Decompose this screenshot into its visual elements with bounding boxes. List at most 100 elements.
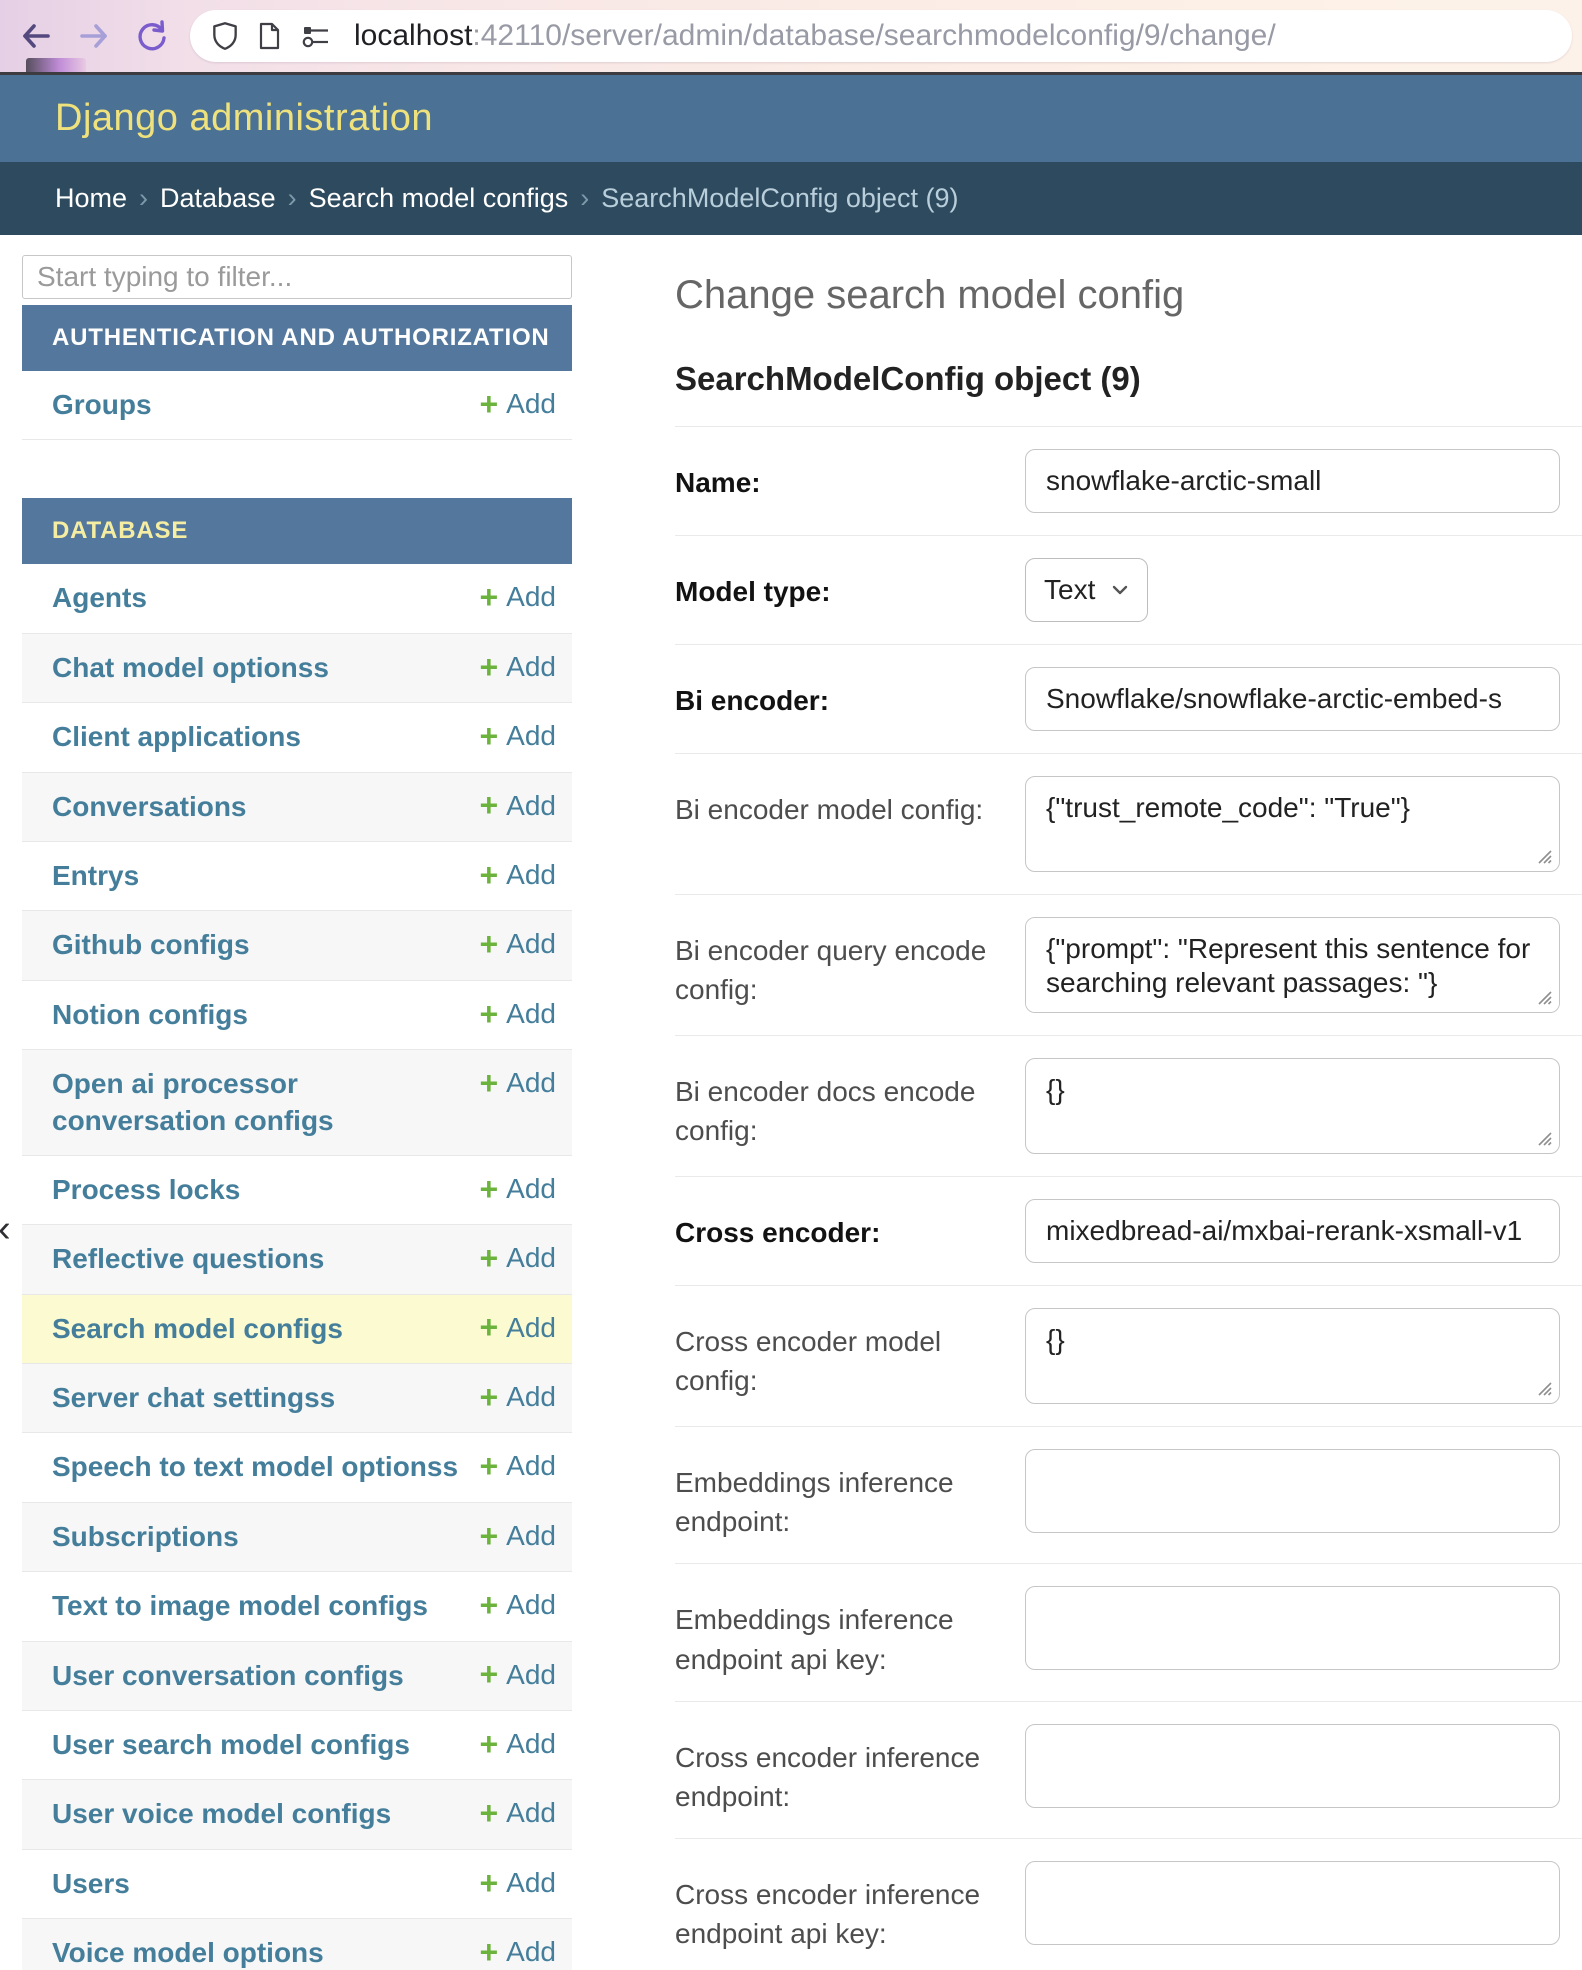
add-label: Add (506, 1311, 556, 1345)
breadcrumb-link[interactable]: Database (160, 183, 276, 214)
forward-button[interactable] (74, 16, 114, 56)
add-link[interactable]: +Add (479, 1380, 556, 1414)
plus-icon: + (479, 651, 498, 683)
sidebar-item-conversations: Conversations+Add (22, 773, 572, 842)
add-link[interactable]: +Add (479, 927, 556, 961)
form-row-embeddings-inference-endpoint: Embeddings inference endpoint: (675, 1427, 1582, 1564)
embeddings-inference-endpoint-field[interactable] (1025, 1449, 1560, 1533)
add-link[interactable]: +Add (479, 858, 556, 892)
breadcrumb-link[interactable]: Search model configs (309, 183, 569, 214)
sidebar-item-user-voice-model-configs: User voice model configs+Add (22, 1780, 572, 1849)
add-link[interactable]: +Add (479, 1588, 556, 1622)
add-link[interactable]: +Add (479, 1311, 556, 1345)
model-link[interactable]: Client applications (52, 719, 479, 755)
site-title[interactable]: Django administration (55, 97, 433, 140)
add-link[interactable]: +Add (479, 789, 556, 823)
plus-icon: + (479, 1867, 498, 1899)
add-link[interactable]: +Add (479, 719, 556, 753)
add-link[interactable]: +Add (479, 1066, 556, 1100)
add-link[interactable]: +Add (479, 1796, 556, 1830)
add-link[interactable]: +Add (479, 1727, 556, 1761)
cross-encoder-inference-endpoint-api-key-field[interactable] (1025, 1861, 1560, 1945)
shield-icon[interactable] (210, 20, 240, 52)
plus-icon: + (479, 581, 498, 613)
form-row-embeddings-inference-endpoint-api-key: Embeddings inference endpoint api key: (675, 1564, 1582, 1701)
sidebar-item-subscriptions: Subscriptions+Add (22, 1503, 572, 1572)
plus-icon: + (479, 1936, 498, 1968)
add-link[interactable]: +Add (479, 1449, 556, 1483)
breadcrumb-separator: › (288, 183, 297, 214)
add-label: Add (506, 387, 556, 421)
model-link[interactable]: Reflective questions (52, 1241, 479, 1277)
bi-encoder-docs-encode-config-textarea[interactable] (1025, 1058, 1560, 1154)
sidebar-toggle-icon[interactable]: ‹ (0, 1210, 11, 1248)
cross-encoder-model-config-textarea[interactable] (1025, 1308, 1560, 1404)
model-link[interactable]: Search model configs (52, 1311, 479, 1347)
site-permissions-icon[interactable] (298, 21, 332, 51)
model-link[interactable]: Subscriptions (52, 1519, 479, 1555)
add-link[interactable]: +Add (479, 1172, 556, 1206)
add-label: Add (506, 1066, 556, 1100)
embeddings-inference-endpoint-api-key-field[interactable] (1025, 1586, 1560, 1670)
model-link[interactable]: Agents (52, 580, 479, 616)
add-link[interactable]: +Add (479, 1658, 556, 1692)
bi-encoder-query-encode-config-textarea[interactable] (1025, 917, 1560, 1013)
cross-encoder-inference-endpoint-field[interactable] (1025, 1724, 1560, 1808)
form-row-cross-encoder-inference-endpoint-api-key: Cross encoder inference endpoint api key… (675, 1839, 1582, 1970)
model-link[interactable]: Voice model options (52, 1935, 479, 1970)
model-type-selected-value: Text (1044, 574, 1095, 606)
add-link[interactable]: +Add (479, 997, 556, 1031)
sidebar-filter-input[interactable] (22, 255, 572, 299)
page-icon (256, 20, 282, 52)
form-row-cross-encoder-model-config: Cross encoder model config: (675, 1286, 1582, 1427)
add-link[interactable]: +Add (479, 1519, 556, 1553)
model-link[interactable]: Server chat settingss (52, 1380, 479, 1416)
sidebar-item-user-conversation-configs: User conversation configs+Add (22, 1642, 572, 1711)
plus-icon: + (479, 1067, 498, 1099)
model-link[interactable]: Github configs (52, 927, 479, 963)
name-field[interactable] (1025, 449, 1560, 513)
url-bar[interactable]: localhost:42110/server/admin/database/se… (190, 10, 1572, 62)
model-link[interactable]: User voice model configs (52, 1796, 479, 1832)
sidebar: AUTHENTICATION AND AUTHORIZATIONGroups+A… (22, 255, 572, 1970)
model-link[interactable]: Open ai processor conversation configs (52, 1066, 479, 1139)
url-text: localhost:42110/server/admin/database/se… (354, 19, 1276, 53)
model-link[interactable]: Process locks (52, 1172, 479, 1208)
plus-icon: + (479, 720, 498, 752)
refresh-button[interactable] (132, 16, 172, 56)
bi-encoder-field[interactable] (1025, 667, 1560, 731)
forward-arrow-icon (75, 17, 113, 55)
model-link[interactable]: Conversations (52, 789, 479, 825)
plus-icon: + (479, 928, 498, 960)
cross-encoder-inference-endpoint-label: Cross encoder inference endpoint: (675, 1724, 1025, 1816)
form-row-bi-encoder-model-config: Bi encoder model config: (675, 754, 1582, 895)
add-link[interactable]: +Add (479, 1241, 556, 1275)
page-content: ‹ AUTHENTICATION AND AUTHORIZATIONGroups… (0, 235, 1582, 1970)
bi-encoder-model-config-textarea[interactable] (1025, 776, 1560, 872)
model-link[interactable]: Notion configs (52, 997, 479, 1033)
breadcrumb-separator: › (139, 183, 148, 214)
breadcrumb: Home›Database›Search model configs›Searc… (0, 162, 1582, 235)
model-link[interactable]: Entrys (52, 858, 479, 894)
add-link[interactable]: +Add (479, 1866, 556, 1900)
model-link[interactable]: Text to image model configs (52, 1588, 479, 1624)
add-label: Add (506, 1588, 556, 1622)
model-link[interactable]: Groups (52, 387, 479, 423)
model-type-select[interactable]: Text (1025, 558, 1148, 622)
add-label: Add (506, 1796, 556, 1830)
model-link[interactable]: Speech to text model optionss (52, 1449, 479, 1485)
add-link[interactable]: +Add (479, 1935, 556, 1969)
add-label: Add (506, 1658, 556, 1692)
add-link[interactable]: +Add (479, 387, 556, 421)
add-link[interactable]: +Add (479, 650, 556, 684)
breadcrumb-link[interactable]: Home (55, 183, 127, 214)
model-link[interactable]: Users (52, 1866, 479, 1902)
back-button[interactable] (16, 16, 56, 56)
model-link[interactable]: User search model configs (52, 1727, 479, 1763)
cross-encoder-field[interactable] (1025, 1199, 1560, 1263)
model-link[interactable]: User conversation configs (52, 1658, 479, 1694)
model-link[interactable]: Chat model optionss (52, 650, 479, 686)
refresh-icon (133, 17, 171, 55)
add-link[interactable]: +Add (479, 580, 556, 614)
object-title: SearchModelConfig object (9) (675, 360, 1582, 398)
